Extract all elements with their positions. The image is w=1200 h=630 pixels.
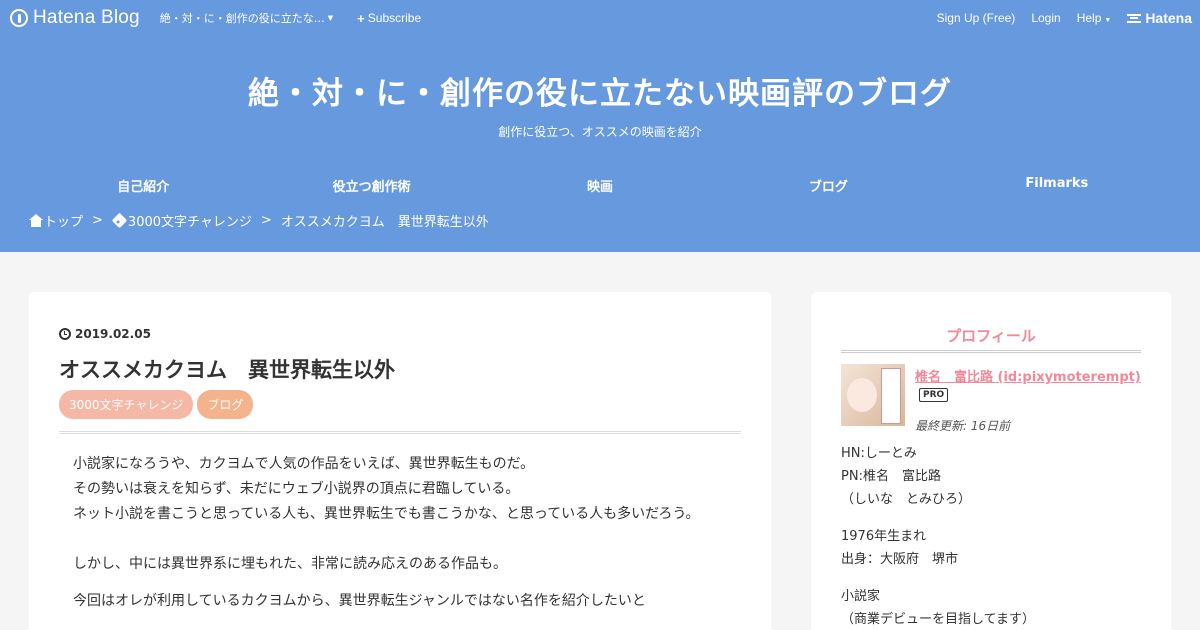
nav-item-blog[interactable]: ブログ [714, 176, 942, 195]
breadcrumb-separator: > [260, 213, 272, 228]
toolbar-right: Sign Up (Free) Login Help ▼ Hatena [921, 10, 1192, 26]
nav-item-movies[interactable]: 映画 [486, 176, 714, 195]
blog-description: 創作に役立つ、オススメの映画を紹介 [498, 125, 702, 139]
breadcrumb-category[interactable]: 3000文字チャレンジ [128, 211, 252, 230]
signup-link[interactable]: Sign Up (Free) [937, 11, 1016, 25]
subscribe-button[interactable]: + Subscribe [357, 11, 421, 26]
entry-paragraph: 小説家になろうや、カクヨムで人気の作品をいえば、異世界転生ものだ。 [73, 456, 535, 472]
entry-date-text: 2019.02.05 [75, 327, 151, 341]
entry-paragraph: その勢いは衰えを知らず、未だにウェブ小説界の頂点に君臨している。 [73, 481, 520, 497]
profile-line: （しいな とみひろ） [841, 492, 972, 507]
profile-description: HN:しーとみ PN:椎名 富比路 （しいな とみひろ） 1976年生まれ 出身… [841, 442, 1141, 630]
caret-down-icon: ▼ [327, 14, 334, 22]
brand-name: Hatena Blog [33, 7, 140, 28]
entry-date[interactable]: 2019.02.05 [59, 327, 151, 341]
caret-down-icon: ▼ [1104, 17, 1112, 24]
help-menu[interactable]: Help ▼ [1077, 11, 1112, 25]
hatena-blog-logo[interactable]: Hatena Blog [10, 7, 140, 29]
nav-item-writing-tips[interactable]: 役立つ創作術 [257, 176, 485, 195]
breadcrumb-home[interactable]: トップ [44, 211, 83, 230]
nav-item-profile[interactable]: 自己紹介 [29, 176, 257, 195]
hatena-toolbar: Hatena Blog 絶・対・に・創作の役に立たな… ▼ + Subscrib… [0, 0, 1200, 36]
entry-body: 小説家になろうや、カクヨムで人気の作品をいえば、異世界転生ものだ。 その勢いは衰… [59, 452, 741, 614]
profile-line: （商業デビューを目指してます） [841, 612, 1035, 627]
category-tag[interactable]: ブログ [197, 390, 254, 419]
blog-header: 絶・対・に・創作の役に立たない映画評のブログ 創作に役立つ、オススメの映画を紹介… [0, 0, 1200, 252]
hatena-blog-icon [10, 9, 28, 27]
profile-heading: プロフィール [946, 327, 1036, 345]
profile-line: 1976年生まれ [841, 529, 927, 544]
breadcrumb: トップ > 3000文字チャレンジ > オススメカクヨム 異世界転生以外 [29, 211, 489, 230]
breadcrumb-current: オススメカクヨム 異世界転生以外 [280, 215, 489, 230]
subscribe-label: Subscribe [367, 11, 422, 25]
category-tag[interactable]: 3000文字チャレンジ [59, 390, 194, 419]
entry-divider [59, 431, 741, 434]
login-link[interactable]: Login [1031, 11, 1060, 25]
blog-title[interactable]: 絶・対・に・創作の役に立たない映画評のブログ [0, 68, 1200, 113]
help-label: Help [1076, 11, 1102, 25]
hatena-logo[interactable]: Hatena [1127, 10, 1192, 26]
profile-line: PN:椎名 富比路 [841, 469, 941, 484]
profile-module: プロフィール 椎名 富比路 (id:pixymoterempt) PRO 最終更… [811, 292, 1171, 630]
profile-divider [841, 350, 1141, 353]
pro-badge: PRO [919, 388, 949, 402]
blog-menu-dropdown[interactable]: 絶・対・に・創作の役に立たな… ▼ [160, 10, 333, 26]
entry-paragraph: 今回はオレが利用しているカクヨムから、異世界転生ジャンルではない名作を紹介したい… [73, 593, 646, 609]
home-icon [29, 214, 43, 227]
global-nav: 自己紹介 役立つ創作術 映画 ブログ Filmarks [29, 176, 1171, 195]
blog-menu-label: 絶・対・に・創作の役に立たな… [159, 12, 325, 25]
profile-line: HN:しーとみ [841, 446, 917, 461]
hatena-mark-icon [1127, 13, 1142, 23]
profile-name-link[interactable]: 椎名 富比路 (id:pixymoterempt) [915, 366, 1141, 385]
clock-icon [59, 328, 71, 340]
entry-title[interactable]: オススメカクヨム 異世界転生以外 [59, 354, 395, 384]
plus-icon: + [357, 10, 365, 26]
avatar[interactable] [841, 364, 905, 426]
last-updated: 最終更新: 16日前 [915, 419, 1011, 433]
profile-line: 出身：大阪府 堺市 [841, 552, 959, 567]
entry-categories: 3000文字チャレンジ ブログ [59, 390, 257, 419]
entry-paragraph: ネット小説を書こうと思っている人も、異世界転生でも書こうかな、と思っている人も多… [73, 506, 700, 522]
hatena-logo-text: Hatena [1145, 10, 1192, 26]
entry-paragraph: しかし、中には異世界系に埋もれた、非常に読み応えのある作品も。 [73, 556, 507, 572]
profile-line: 小説家 [841, 589, 881, 604]
entry-card: 2019.02.05 オススメカクヨム 異世界転生以外 3000文字チャレンジ … [29, 292, 771, 630]
tag-icon [111, 212, 128, 229]
breadcrumb-separator: > [92, 213, 103, 228]
nav-item-filmarks[interactable]: Filmarks [943, 176, 1171, 195]
